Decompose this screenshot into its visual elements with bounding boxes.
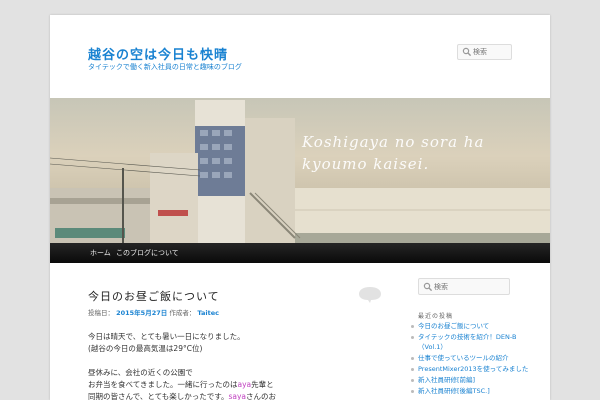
site-description: タイテックで働く新入社員の日常と趣味のブログ <box>88 63 242 71</box>
site-title[interactable]: 越谷の空は今日も快晴 <box>88 44 228 63</box>
post-author-link[interactable]: Taitec <box>197 309 219 317</box>
search-icon <box>423 282 433 292</box>
content-line: 同期の皆さんで、とても楽しかったです。sayaさんのお <box>88 392 277 400</box>
recent-post-item[interactable]: 今日のお昼ご飯について <box>410 321 538 331</box>
content-line: (越谷の今日の最高気温は29°C位) <box>88 344 203 353</box>
sidebar-search[interactable] <box>418 278 510 295</box>
post-content: 今日は晴天で、とても暑い一日になりました。 (越谷の今日の最高気温は29°C位)… <box>88 331 388 400</box>
recent-post-item[interactable]: 新入社員研修[後編TSC.] <box>410 386 538 396</box>
sidebar-search-input[interactable] <box>434 281 504 293</box>
nav-item-about[interactable]: このブログについて <box>116 243 179 263</box>
header-caption-line1: Koshigaya no sora ha <box>302 133 485 151</box>
content-line: 昼休みに、会社の近くの公園で <box>88 368 193 377</box>
search-icon <box>462 47 472 57</box>
post-meta: 投稿日： 2015年5月27日 作成者： Taitec <box>88 307 219 317</box>
search-input[interactable] <box>473 46 509 58</box>
header-caption-line2: kyoumo kaisei. <box>302 155 430 173</box>
post-title[interactable]: 今日のお昼ご飯について <box>88 288 220 304</box>
header-image[interactable]: Koshigaya no sora ha kyoumo kaisei. <box>50 98 550 243</box>
content-line: 今日は晴天で、とても暑い一日になりました。 <box>88 332 245 341</box>
content-line: お弁当を食べてきました。一緒に行ったのはaya先輩と <box>88 380 274 389</box>
header-caption: Koshigaya no sora ha kyoumo kaisei. <box>302 131 484 175</box>
recent-post-item[interactable]: PresentMixer2013を使ってみました <box>410 364 538 374</box>
nav-item-home[interactable]: ホーム <box>90 243 111 263</box>
comment-bubble-icon[interactable] <box>358 286 382 304</box>
recent-post-item[interactable]: 新入社員研修[前編] <box>410 375 538 385</box>
page: 越谷の空は今日も快晴 タイテックで働く新入社員の日常と趣味のブログ 検索 Kos… <box>50 15 550 400</box>
recent-post-item[interactable]: タイテックの技術を紹介！DEN-B（Vol.1） <box>410 332 538 352</box>
meta-author-label: 作成者： <box>169 309 196 317</box>
header-search[interactable] <box>457 44 512 60</box>
meta-date-label: 投稿日： <box>88 309 114 317</box>
main-nav: ホーム このブログについて <box>50 243 550 263</box>
recent-posts-list: 今日のお昼ご飯について タイテックの技術を紹介！DEN-B（Vol.1） 仕事で… <box>410 321 538 397</box>
recent-posts-title: 最近の投稿 <box>418 313 454 320</box>
recent-post-item[interactable]: 仕事で使っているツールの紹介 <box>410 353 538 363</box>
post-date-link[interactable]: 2015年5月27日 <box>116 309 167 317</box>
